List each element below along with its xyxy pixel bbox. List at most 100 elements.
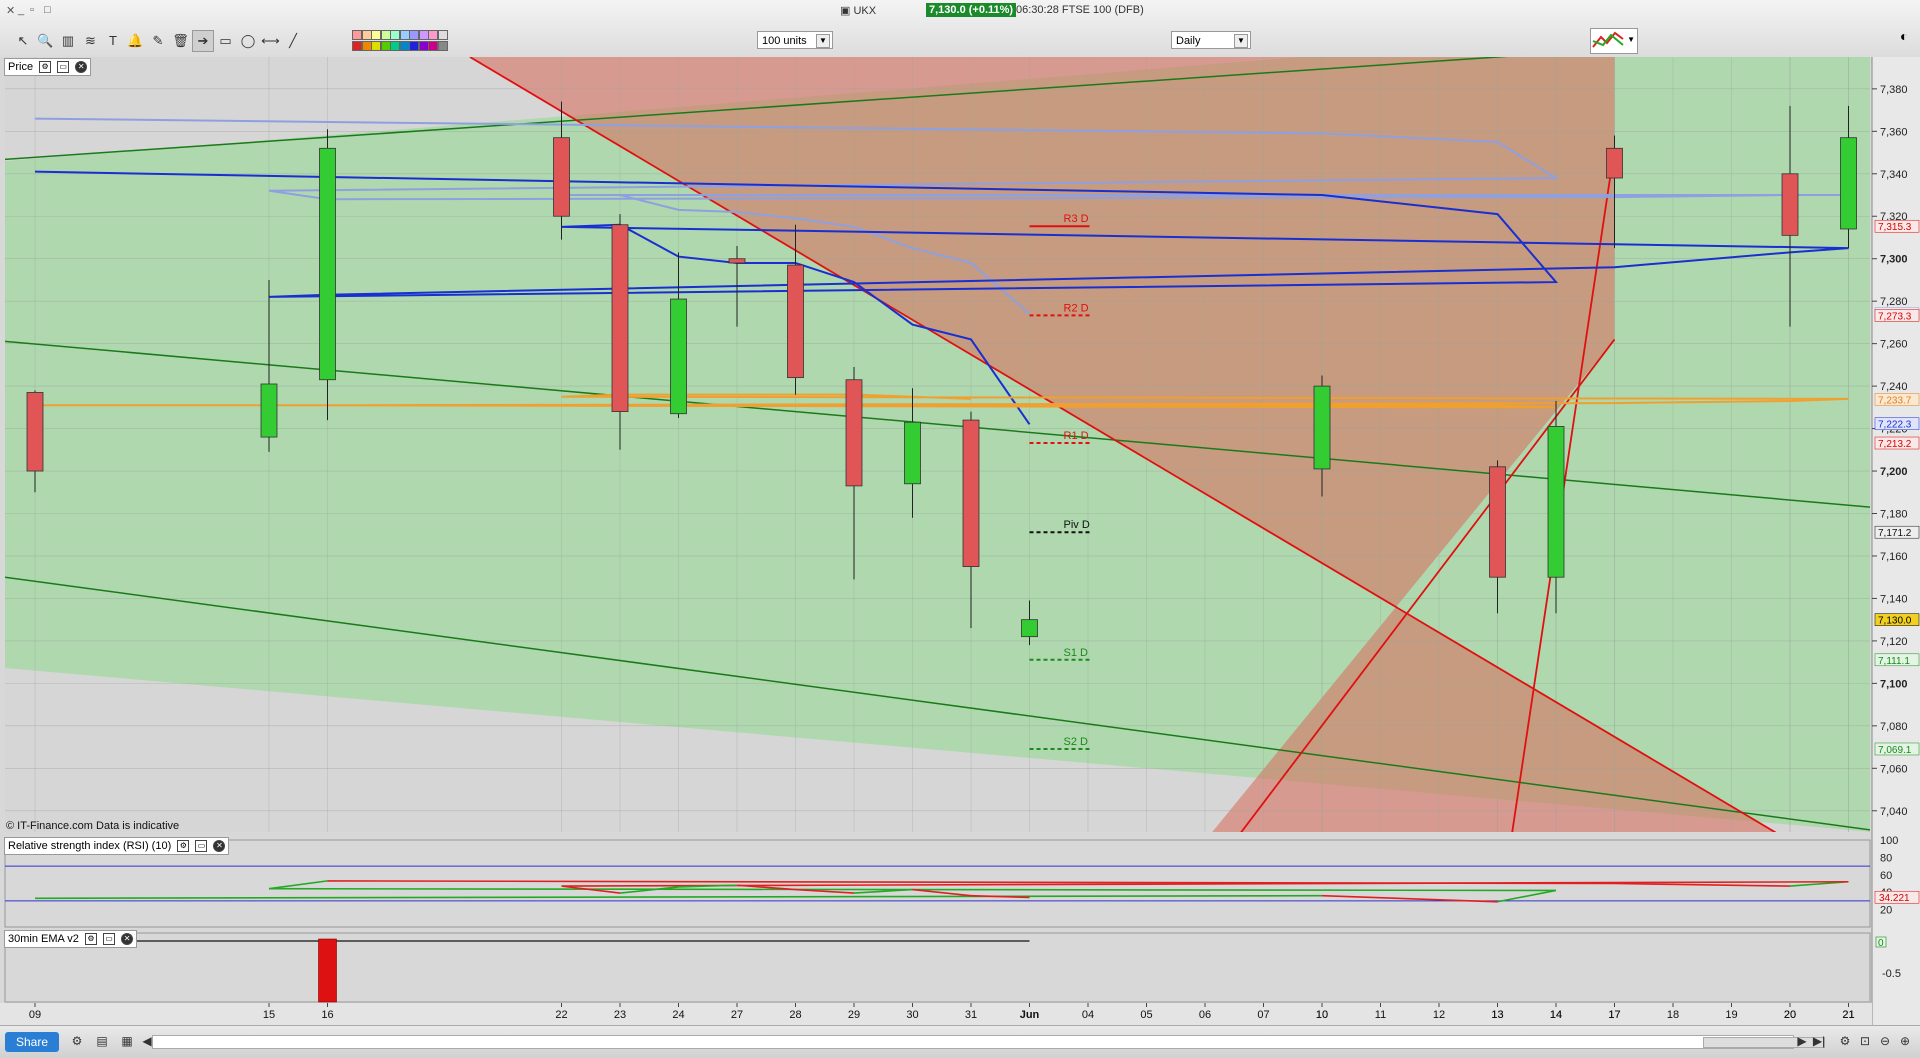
color-swatch[interactable] (437, 41, 448, 51)
color-swatch[interactable] (361, 41, 372, 51)
candle-body[interactable] (787, 264, 804, 379)
color-swatch[interactable] (361, 30, 372, 40)
tools-icon[interactable]: ✎ (147, 30, 169, 52)
pointer-icon[interactable]: ↖ (12, 30, 34, 52)
layout-icon[interactable]: ▤ (95, 1034, 109, 1048)
close-icon[interactable]: ✕ (75, 61, 88, 74)
alert-icon[interactable]: 🔔 (125, 30, 147, 52)
color-swatch[interactable] (371, 41, 381, 51)
arrow-icon[interactable]: ➔ (192, 30, 214, 52)
x-tick-label: 11 (1375, 1009, 1386, 1021)
wrench-icon[interactable]: ⚙ (39, 61, 52, 74)
x-tick-label: 24 (672, 1009, 684, 1021)
candle-body[interactable] (845, 379, 863, 487)
minimize-icon[interactable]: _ (18, 4, 24, 16)
x-tick-label: 17 (1608, 1009, 1620, 1021)
close-icon[interactable]: ✕ (6, 4, 15, 17)
window-icon[interactable]: ▭ (57, 61, 70, 74)
close-icon[interactable]: ✕ (121, 933, 134, 946)
candle-body[interactable] (1547, 426, 1565, 578)
ellipse-icon[interactable]: ◯ (237, 30, 259, 52)
candle-body[interactable] (728, 258, 746, 264)
candle-body[interactable] (553, 137, 570, 217)
color-swatch[interactable] (380, 30, 391, 40)
copyright-text: © IT-Finance.com Data is indicative (6, 820, 180, 832)
chart-settings-icon[interactable]: ⚙ (1838, 1034, 1852, 1048)
chart-area[interactable]: R3 D R2 D R1 D Piv D S1 D S2 D 7,040 7,060 7,08… (0, 57, 1920, 1037)
candle-body[interactable] (1606, 147, 1623, 179)
color-swatch[interactable] (437, 30, 448, 40)
pivot-label: Piv D (1064, 519, 1090, 531)
candle-body[interactable] (670, 298, 687, 415)
color-swatch[interactable] (428, 30, 438, 40)
candle-body[interactable] (611, 224, 629, 412)
table-icon[interactable]: ▦ (120, 1034, 134, 1048)
x-tick-label: 13 (1491, 1009, 1503, 1021)
color-swatch[interactable] (390, 41, 400, 51)
trash-icon[interactable]: 🗑 (170, 30, 192, 52)
x-tick-label: 10 (1316, 1009, 1328, 1021)
candle-body[interactable] (26, 392, 44, 472)
close-icon[interactable]: ✕ (213, 840, 226, 853)
chart-style-button[interactable]: ▼ (1590, 28, 1638, 54)
color-swatch[interactable] (380, 41, 391, 51)
window-icon[interactable]: ▭ (103, 933, 116, 946)
price-label-text: Price (8, 61, 34, 73)
zoom-fit-icon[interactable]: ⊡ (1858, 1034, 1872, 1048)
wrench-icon[interactable]: ⚙ (177, 840, 190, 853)
period-select[interactable]: Daily ▼ (1171, 31, 1251, 49)
settings-icon[interactable]: ⚙ (70, 1034, 84, 1048)
candle-body[interactable] (1840, 137, 1857, 230)
units-select[interactable]: 100 units ▼ (757, 31, 833, 49)
zoom-out-icon[interactable]: ⊖ (1878, 1034, 1892, 1048)
candle-body[interactable] (1781, 173, 1799, 236)
zoom-icon[interactable]: 🔍 (35, 30, 57, 52)
color-swatch[interactable] (418, 41, 429, 51)
pivot-label: R3 D (1064, 213, 1089, 225)
chart-icon[interactable]: ▥ (57, 30, 79, 52)
x-tick-label: Jun (1020, 1009, 1040, 1021)
candle-body[interactable] (1489, 466, 1506, 578)
text-icon[interactable]: T (102, 30, 124, 52)
zoom-in-icon[interactable]: ⊕ (1898, 1034, 1912, 1048)
color-swatch[interactable] (409, 41, 419, 51)
share-button[interactable]: Share (5, 1032, 59, 1052)
color-swatch[interactable] (399, 41, 410, 51)
price-marker-label: 7,273.3 (1878, 311, 1912, 322)
rectangle-icon[interactable]: ▭ (215, 30, 237, 52)
color-swatch[interactable] (352, 30, 362, 40)
y-tick-label: 7,360 (1880, 126, 1908, 138)
candle-body[interactable] (1313, 385, 1331, 470)
color-swatch[interactable] (409, 30, 419, 40)
scroll-end-icon[interactable]: ▶| (1812, 1034, 1826, 1048)
wrench-icon[interactable]: ⚙ (84, 933, 97, 946)
candle-body[interactable] (319, 147, 336, 381)
x-tick-label: 21 (1842, 1009, 1854, 1021)
line-icon[interactable]: ⟷ (260, 30, 282, 52)
color-swatch[interactable] (418, 30, 429, 40)
rsi-value-label: 34.221 (1879, 893, 1910, 904)
color-swatch[interactable] (390, 30, 400, 40)
price-marker-label: 7,315.3 (1878, 222, 1912, 233)
chevron-down-icon: ▼ (816, 34, 830, 48)
title-row: ✕ _ ▫ □ ▣ UKX 7,130.0 (+0.11%) 06:30:28 … (0, 0, 1920, 22)
raft-icon[interactable]: ≋ (80, 30, 102, 52)
side-panel-icon[interactable]: ◐ (1900, 28, 1908, 44)
candle-body[interactable] (260, 383, 278, 438)
window-icon[interactable]: ▭ (195, 840, 208, 853)
color-swatch[interactable] (399, 30, 410, 40)
pen-icon[interactable]: ╱ (282, 30, 304, 52)
top-toolbar: ✕ _ ▫ □ ▣ UKX 7,130.0 (+0.11%) 06:30:28 … (0, 0, 1920, 58)
period-select-value: Daily (1176, 35, 1201, 47)
y-tick-label: 7,100 (1880, 678, 1908, 690)
maximize-icon[interactable]: □ (44, 4, 51, 16)
scroll-right-icon[interactable]: ▶ (1795, 1034, 1809, 1048)
color-swatch[interactable] (371, 30, 381, 40)
color-swatch[interactable] (428, 41, 438, 51)
color-swatch[interactable] (352, 41, 362, 51)
candle-body[interactable] (962, 419, 980, 567)
restore-icon[interactable]: ▫ (30, 4, 34, 16)
candle-body[interactable] (1021, 619, 1038, 638)
horizontal-scrollbar[interactable] (152, 1035, 1825, 1049)
candle-body[interactable] (904, 421, 921, 485)
